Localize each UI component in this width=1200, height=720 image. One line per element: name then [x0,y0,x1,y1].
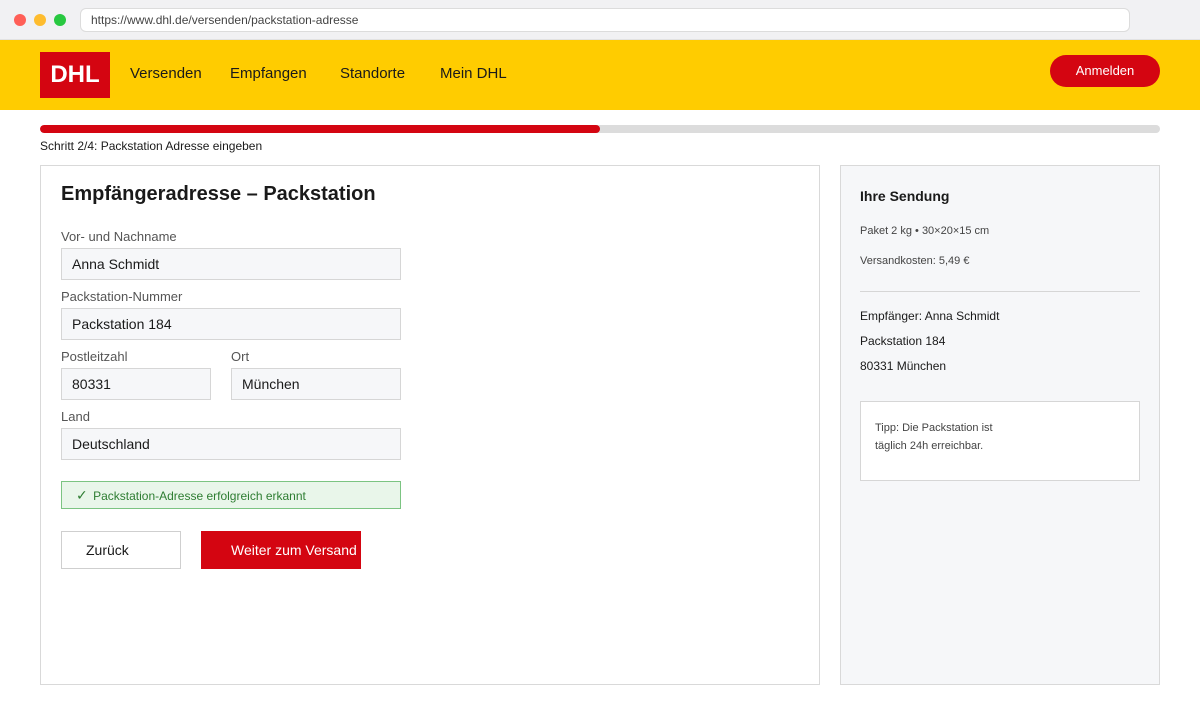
package-info: Paket 2 kg • 30×20×15 cm [860,225,990,237]
shipment-summary: Ihre Sendung Paket 2 kg • 30×20×15 cm Ve… [840,165,1160,685]
zip-input[interactable]: 80331 [61,368,211,400]
city-input[interactable]: München [231,368,401,400]
summary-divider [860,291,1140,292]
form-title: Empfängeradresse – Packstation [61,183,376,205]
success-text: Packstation-Adresse erfolgreich erkannt [93,489,306,503]
name-input[interactable]: Anna Schmidt [61,248,401,280]
tip-line-2: täglich 24h erreichbar. [875,440,984,452]
site-header: DHL Versenden Empfangen Standorte Mein D… [0,40,1200,110]
name-label: Vor- und Nachname [61,229,177,244]
nav-empfangen[interactable]: Empfangen [230,65,307,82]
back-button[interactable]: Zurück [61,531,181,569]
window-close-dot[interactable] [14,14,26,26]
shipping-cost: Versandkosten: 5,49 € [860,255,970,267]
recipient-station: Packstation 184 [860,334,946,348]
country-input[interactable]: Deutschland [61,428,401,460]
progress-bar [40,125,1160,133]
summary-title: Ihre Sendung [860,188,950,204]
window-maximize-dot[interactable] [54,14,66,26]
window-minimize-dot[interactable] [34,14,46,26]
packstation-input[interactable]: Packstation 184 [61,308,401,340]
address-form-panel: Empfängeradresse – Packstation Vor- und … [40,165,820,685]
recipient-name: Empfänger: Anna Schmidt [860,309,1000,323]
tip-line-1: Tipp: Die Packstation ist [875,422,993,434]
dhl-logo[interactable]: DHL [40,52,110,98]
tip-box: Tipp: Die Packstation ist täglich 24h er… [860,401,1140,481]
country-label: Land [61,409,90,424]
progress-bar-fill [40,125,600,133]
browser-chrome: https://www.dhl.de/versenden/packstation… [0,0,1200,40]
zip-label: Postleitzahl [61,349,128,364]
nav-mein-dhl[interactable]: Mein DHL [440,65,507,82]
nav-versenden[interactable]: Versenden [130,65,202,82]
step-indicator: Schritt 2/4: Packstation Adresse eingebe… [40,139,263,153]
checkmark-icon: ✓ [76,487,88,503]
packstation-label: Packstation-Nummer [61,289,183,304]
login-button[interactable]: Anmelden [1050,55,1160,87]
recipient-city: 80331 München [860,359,947,373]
city-label: Ort [231,349,250,364]
address-bar[interactable]: https://www.dhl.de/versenden/packstation… [80,8,1130,32]
next-button[interactable]: Weiter zum Versand [201,531,361,569]
success-message: ✓ Packstation-Adresse erfolgreich erkann… [61,481,401,509]
nav-standorte[interactable]: Standorte [340,65,405,82]
